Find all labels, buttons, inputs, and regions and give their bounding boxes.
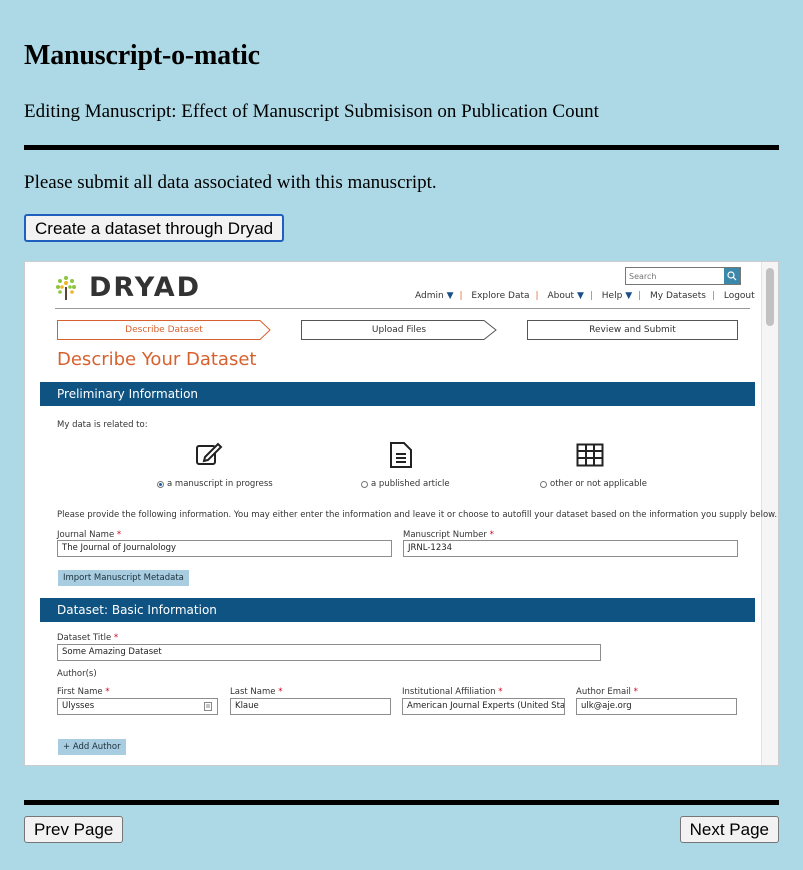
dataset-title-label: Dataset Title * — [57, 633, 119, 643]
page-heading: Describe Your Dataset — [57, 349, 257, 370]
search-icon[interactable] — [724, 268, 740, 284]
contact-card-icon — [204, 702, 212, 711]
radio-other[interactable]: other or not applicable — [540, 479, 647, 489]
search-input[interactable] — [626, 268, 724, 284]
dataset-title-field[interactable]: Some Amazing Dataset — [57, 644, 601, 661]
top-navigation: Admin ▼ | Explore Data | About ▼ | Help ▼ | … — [415, 291, 755, 301]
last-name-label: Last Name * — [230, 687, 283, 697]
last-name-field[interactable]: Klaue — [230, 698, 391, 715]
tree-icon — [56, 275, 76, 300]
affiliation-label: Institutional Affiliation * — [402, 687, 503, 697]
dryad-logo[interactable]: DRYAD — [55, 272, 201, 303]
nav-divider — [55, 308, 750, 309]
instruction-text: Please submit all data associated with t… — [24, 172, 437, 193]
next-page-button[interactable]: Next Page — [679, 816, 779, 843]
scrollbar-thumb[interactable] — [766, 268, 774, 326]
step-describe-dataset[interactable]: Describe Dataset — [57, 320, 271, 340]
import-metadata-button[interactable]: Import Manuscript Metadata — [58, 570, 189, 586]
manuscript-number-label: Manuscript Number * — [403, 530, 494, 540]
affiliation-field[interactable]: American Journal Experts (United States) — [402, 698, 565, 715]
divider — [24, 800, 779, 805]
prev-page-button[interactable]: Prev Page — [24, 816, 124, 843]
nav-my-datasets[interactable]: My Datasets — [650, 291, 706, 301]
radio-published-article[interactable]: a published article — [361, 479, 450, 489]
create-dataset-button[interactable]: Create a dataset through Dryad — [24, 214, 285, 242]
search-box — [625, 267, 741, 285]
author-email-field[interactable]: ulk@aje.org — [576, 698, 737, 715]
radio-selected-icon — [157, 480, 164, 488]
step-upload-files[interactable]: Upload Files — [301, 320, 497, 340]
radio-unselected-icon — [361, 480, 368, 488]
radio-manuscript-in-progress[interactable]: a manuscript in progress — [157, 479, 273, 489]
table-icon — [576, 443, 604, 467]
section-header-preliminary: Preliminary Information — [40, 382, 755, 406]
divider — [24, 145, 779, 150]
first-name-field[interactable]: Ulysses — [57, 698, 218, 715]
nav-logout[interactable]: Logout — [724, 291, 755, 301]
caret-down-icon: ▼ — [625, 291, 633, 301]
journal-name-label: Journal Name * — [57, 530, 122, 540]
section-header-basic: Dataset: Basic Information — [40, 598, 755, 622]
dryad-embedded-frame: DRYAD Admin ▼| Explore Data| About ▼| He… — [24, 261, 779, 766]
autofill-instructions: Please provide the following information… — [57, 510, 778, 520]
author-email-label: Author Email * — [576, 687, 638, 697]
step-review-submit[interactable]: Review and Submit — [527, 320, 738, 340]
first-name-label: First Name * — [57, 687, 110, 697]
nav-admin[interactable]: Admin ▼ — [415, 291, 453, 301]
dryad-logo-text: DRYAD — [89, 272, 202, 303]
related-label: My data is related to: — [57, 420, 148, 430]
add-author-button[interactable]: + Add Author — [58, 739, 126, 755]
journal-name-field[interactable]: The Journal of Journalology — [57, 540, 392, 557]
manuscript-subtitle: Editing Manuscript: Effect of Manuscript… — [24, 101, 599, 122]
caret-down-icon: ▼ — [446, 291, 454, 301]
caret-down-icon: ▼ — [576, 291, 584, 301]
radio-unselected-icon — [540, 480, 547, 488]
app-title: Manuscript-o-matic — [24, 40, 260, 71]
manuscript-number-field[interactable]: JRNL-1234 — [403, 540, 738, 557]
nav-help[interactable]: Help ▼ — [602, 291, 632, 301]
nav-about[interactable]: About ▼ — [547, 291, 583, 301]
edit-icon — [196, 442, 223, 465]
document-icon — [390, 442, 412, 468]
authors-label: Author(s) — [57, 669, 97, 679]
nav-explore-data[interactable]: Explore Data — [471, 291, 529, 301]
